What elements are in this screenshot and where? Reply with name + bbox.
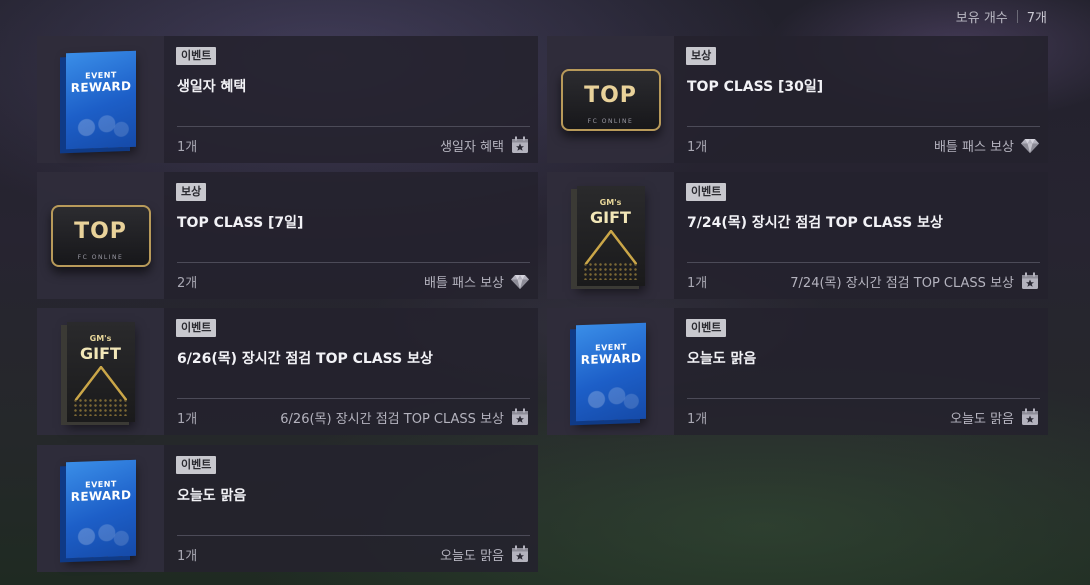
item-source: 7/24(목) 장시간 점검 TOP CLASS 보상 (790, 271, 1040, 291)
item-divider (177, 262, 530, 263)
item-source: 배틀 패스 보상 (424, 271, 530, 291)
item-source: 오늘도 맑음 (440, 544, 530, 564)
calendar-star-icon (1020, 271, 1040, 291)
item-source: 생일자 혜택 (440, 135, 530, 155)
dot-pattern (72, 397, 129, 416)
item-divider (177, 398, 530, 399)
item-card[interactable]: EVENT REWARD 이벤트 오늘도 맑음 1개 오늘도 맑음 (547, 308, 1048, 435)
art-line1: TOP (584, 82, 637, 108)
item-badge: 이벤트 (176, 456, 217, 474)
art-line2: GIFT (80, 343, 121, 363)
item-source-label: 오늘도 맑음 (950, 411, 1014, 427)
event-reward-box-icon: EVENT REWARD (575, 322, 646, 421)
item-title: 6/26(목) 장시간 점검 TOP CLASS 보상 (177, 351, 433, 367)
item-quantity: 1개 (177, 549, 198, 564)
art-line2: REWARD (70, 487, 131, 504)
art-line2: FC ONLINE (587, 117, 634, 125)
diamond-icon (510, 271, 530, 291)
calendar-star-icon (510, 544, 530, 564)
item-source-label: 6/26(목) 장시간 점검 TOP CLASS 보상 (280, 411, 504, 427)
owned-count-header: 보유 개수 7개 (956, 7, 1047, 26)
item-thumbnail: EVENT REWARD (37, 445, 164, 572)
item-info: 보상 TOP CLASS [30일] 1개 배틀 패스 보상 (686, 36, 1040, 163)
item-info: 보상 TOP CLASS [7일] 2개 배틀 패스 보상 (176, 172, 530, 299)
item-quantity: 1개 (687, 412, 708, 427)
item-thumbnail: GM's GIFT (37, 308, 164, 435)
art-line2: REWARD (580, 350, 641, 367)
item-badge: 보상 (176, 183, 207, 201)
art-line2: FC ONLINE (77, 253, 124, 261)
item-divider (687, 262, 1040, 263)
item-card[interactable]: TOP FC ONLINE 보상 TOP CLASS [30일] 1개 배틀 패… (547, 36, 1048, 163)
item-badge: 이벤트 (176, 47, 217, 65)
item-quantity: 1개 (687, 140, 708, 155)
item-source: 오늘도 맑음 (950, 407, 1040, 427)
item-thumbnail: EVENT REWARD (547, 308, 674, 435)
item-divider (177, 535, 530, 536)
item-title: 생일자 혜택 (177, 79, 247, 95)
item-source: 6/26(목) 장시간 점검 TOP CLASS 보상 (280, 407, 530, 427)
chevron-decoration (74, 365, 127, 400)
item-source-label: 배틀 패스 보상 (933, 139, 1014, 155)
item-quantity: 1개 (177, 140, 198, 155)
item-source-label: 오늘도 맑음 (440, 548, 504, 564)
item-source-label: 배틀 패스 보상 (423, 275, 504, 291)
chevron-decoration (584, 229, 637, 264)
art-line2: REWARD (70, 78, 131, 95)
item-card[interactable]: GM's GIFT 이벤트 7/24(목) 장시간 점검 TOP CLASS 보… (547, 172, 1048, 299)
calendar-star-icon (1020, 407, 1040, 427)
item-thumbnail: TOP FC ONLINE (547, 36, 674, 163)
top-class-card-icon: TOP FC ONLINE (560, 68, 661, 131)
hex-pattern (71, 110, 130, 143)
item-card[interactable]: TOP FC ONLINE 보상 TOP CLASS [7일] 2개 배틀 패스… (37, 172, 538, 299)
owned-count-separator (1016, 10, 1018, 23)
event-reward-box-icon: EVENT REWARD (65, 459, 136, 558)
item-badge: 이벤트 (686, 319, 727, 337)
item-thumbnail: EVENT REWARD (37, 36, 164, 163)
dot-pattern (582, 261, 639, 280)
item-thumbnail: GM's GIFT (547, 172, 674, 299)
item-info: 이벤트 오늘도 맑음 1개 오늘도 맑음 (686, 308, 1040, 435)
item-info: 이벤트 생일자 혜택 1개 생일자 혜택 (176, 36, 530, 163)
art-line1: GM's (599, 197, 622, 207)
item-info: 이벤트 7/24(목) 장시간 점검 TOP CLASS 보상 1개 7/24(… (686, 172, 1040, 299)
item-title: 오늘도 맑음 (177, 488, 247, 504)
item-thumbnail: TOP FC ONLINE (37, 172, 164, 299)
top-class-card-icon: TOP FC ONLINE (50, 204, 151, 267)
gms-gift-box-icon: GM's GIFT (576, 185, 645, 286)
item-info: 이벤트 6/26(목) 장시간 점검 TOP CLASS 보상 1개 6/26(… (176, 308, 530, 435)
hex-pattern (581, 382, 640, 415)
calendar-star-icon (510, 407, 530, 427)
item-title: TOP CLASS [7일] (177, 215, 304, 231)
item-source-label: 생일자 혜택 (440, 139, 504, 155)
item-divider (687, 398, 1040, 399)
item-quantity: 1개 (687, 276, 708, 291)
item-card[interactable]: EVENT REWARD 이벤트 오늘도 맑음 1개 오늘도 맑음 (37, 445, 538, 572)
item-quantity: 1개 (177, 412, 198, 427)
gms-gift-box-icon: GM's GIFT (66, 321, 135, 422)
item-quantity: 2개 (177, 276, 198, 291)
item-badge: 이벤트 (686, 183, 727, 201)
item-source-label: 7/24(목) 장시간 점검 TOP CLASS 보상 (790, 275, 1014, 291)
owned-count-label: 보유 개수 (955, 11, 1008, 26)
item-card[interactable]: GM's GIFT 이벤트 6/26(목) 장시간 점검 TOP CLASS 보… (37, 308, 538, 435)
event-reward-box-icon: EVENT REWARD (65, 50, 136, 149)
item-title: 7/24(목) 장시간 점검 TOP CLASS 보상 (687, 215, 943, 231)
item-info: 이벤트 오늘도 맑음 1개 오늘도 맑음 (176, 445, 530, 572)
item-title: TOP CLASS [30일] (687, 79, 824, 95)
art-line2: GIFT (590, 207, 631, 227)
calendar-star-icon (510, 135, 530, 155)
diamond-icon (1020, 135, 1040, 155)
item-badge: 이벤트 (176, 319, 217, 337)
item-title: 오늘도 맑음 (687, 351, 757, 367)
item-badge: 보상 (686, 47, 717, 65)
owned-count-value: 7개 (1026, 11, 1047, 26)
item-card[interactable]: EVENT REWARD 이벤트 생일자 혜택 1개 생일자 혜택 (37, 36, 538, 163)
item-source: 배틀 패스 보상 (934, 135, 1040, 155)
hex-pattern (71, 519, 130, 552)
item-divider (177, 126, 530, 127)
art-line1: GM's (89, 333, 112, 343)
item-divider (687, 126, 1040, 127)
art-line1: TOP (74, 218, 127, 244)
